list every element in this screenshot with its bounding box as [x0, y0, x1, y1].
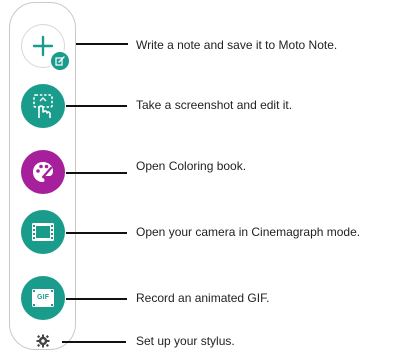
label-gif: Record an animated GIF. — [136, 291, 270, 305]
coloring-book-button[interactable] — [21, 150, 65, 194]
stylus-settings-button[interactable] — [32, 330, 54, 352]
record-gif-button[interactable]: GIF — [21, 276, 65, 320]
gear-icon — [36, 334, 50, 348]
film-icon — [32, 223, 54, 241]
label-coloring: Open Coloring book. — [136, 159, 247, 173]
cinemagraph-button[interactable] — [21, 210, 65, 254]
edit-badge-icon — [49, 50, 71, 72]
label-cinemagraph: Open your camera in Cinemagraph mode. — [136, 225, 361, 239]
leader-line-cinemagraph — [66, 232, 127, 234]
screenshot-edit-button[interactable] — [21, 84, 65, 128]
leader-line-coloring — [66, 172, 127, 174]
screenshot-edit-icon — [33, 94, 53, 118]
label-screenshot: Take a screenshot and edit it. — [136, 98, 293, 112]
leader-line-screenshot — [66, 105, 127, 107]
label-write-note: Write a note and save it to Moto Note. — [136, 38, 338, 52]
leader-line-gif — [66, 298, 127, 300]
leader-line-note — [76, 43, 128, 45]
label-settings: Set up your stylus. — [136, 334, 235, 348]
palette-icon — [33, 162, 53, 182]
gif-badge-text: GIF — [37, 294, 50, 301]
leader-line-settings — [62, 341, 126, 343]
